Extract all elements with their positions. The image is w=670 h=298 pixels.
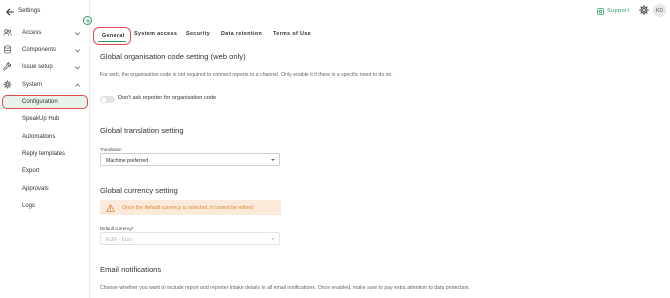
- support-label: Support: [607, 8, 630, 14]
- sidebar-group-components[interactable]: Components: [0, 43, 90, 57]
- sidebar-item-label: SpeakUp Hub: [22, 115, 60, 122]
- warning-icon: [106, 203, 115, 212]
- tab-label: Data retention: [221, 31, 263, 37]
- chevron-down-icon: [74, 48, 81, 52]
- tab-system-access[interactable]: System access: [134, 31, 177, 43]
- section-title-email: Email notifications: [100, 265, 162, 274]
- chevron-up-icon: [74, 83, 81, 87]
- settings-gear-icon[interactable]: [639, 5, 649, 15]
- sidebar-item-configuration[interactable]: Configuration: [2, 95, 88, 109]
- plus-icon: [85, 18, 90, 23]
- sidebar-item-export[interactable]: Export: [2, 164, 88, 178]
- sidebar-group-label: Components: [22, 46, 57, 53]
- sidebar-item-label: Reply templates: [22, 150, 66, 157]
- database-icon: [4, 45, 11, 54]
- tab-label: General: [102, 33, 125, 39]
- sidebar-item-label: Export: [22, 167, 40, 174]
- currency-warning-text: Once the default currency is selected, i…: [122, 205, 255, 211]
- sidebar-item-label: Approvals: [22, 185, 49, 192]
- active-tab-indicator: [98, 41, 126, 43]
- currency-field-label: Default currency*: [100, 226, 134, 231]
- sidebar-item-logs[interactable]: Logs: [2, 199, 88, 213]
- sidebar-item-label: Automations: [22, 133, 56, 140]
- toggle-knob: [100, 96, 107, 103]
- sidebar-item-speakup-hub[interactable]: SpeakUp Hub: [2, 112, 88, 126]
- tab-security[interactable]: Security: [186, 31, 210, 43]
- chevron-down-icon: [74, 65, 81, 69]
- currency-select: EUR - Euro: [100, 232, 280, 245]
- tab-terms-of-use[interactable]: Terms of Use: [273, 31, 311, 43]
- tab-label: Security: [186, 31, 211, 37]
- sidebar-item-label: Configuration: [22, 98, 58, 105]
- section-title-translation: Global translation setting: [100, 126, 184, 135]
- currency-warning-banner: Once the default currency is selected, i…: [100, 200, 281, 215]
- sidebar-group-issue-setup[interactable]: Issue setup: [0, 60, 90, 74]
- org-code-toggle-label: Don't ask reporter for organisation code: [118, 95, 217, 101]
- chevron-down-icon: [74, 31, 81, 35]
- sidebar-group-system[interactable]: System: [0, 78, 90, 92]
- tab-data-retention[interactable]: Data retention: [221, 31, 262, 43]
- sidebar: Settings Access Components Issue setup S…: [0, 0, 90, 298]
- support-link[interactable]: Support: [597, 6, 629, 16]
- sidebar-group-label: System: [22, 81, 43, 88]
- tab-general[interactable]: General: [93, 27, 131, 45]
- translation-select[interactable]: Machine preferred: [100, 153, 280, 166]
- support-icon: [597, 7, 604, 15]
- org-code-description: For web, the organisation code is not re…: [100, 72, 393, 78]
- caret-down-icon: [271, 159, 275, 161]
- section-title-org-code: Global organisation code setting (web on…: [100, 52, 246, 61]
- sidebar-item-label: Logs: [22, 202, 36, 209]
- back-arrow-icon[interactable]: [5, 7, 15, 17]
- translation-field-label: Translation: [100, 147, 122, 152]
- wrench-icon: [3, 62, 12, 71]
- section-title-currency: Global currency setting: [100, 186, 178, 195]
- translation-value: Machine preferred: [106, 157, 149, 164]
- sidebar-item-approvals[interactable]: Approvals: [2, 182, 88, 196]
- currency-value: EUR - Euro: [106, 236, 133, 243]
- sidebar-group-label: Access: [22, 29, 42, 36]
- caret-down-icon: [271, 238, 275, 240]
- sidebar-collapse-button[interactable]: [83, 16, 92, 25]
- settings-tabs: General System access Security Data rete…: [90, 27, 670, 45]
- sidebar-group-label: Issue setup: [22, 63, 53, 70]
- gear-icon: [3, 80, 12, 89]
- email-description: Choose whether you want to include repor…: [100, 285, 470, 291]
- tab-label: Terms of Use: [273, 31, 311, 37]
- sidebar-title: Settings: [18, 7, 41, 14]
- tab-label: System access: [134, 31, 178, 37]
- sidebar-group-access[interactable]: Access: [0, 26, 90, 40]
- sidebar-item-automations[interactable]: Automations: [2, 130, 88, 144]
- org-code-toggle[interactable]: [100, 96, 115, 103]
- avatar[interactable]: KD: [653, 4, 666, 17]
- users-icon: [3, 29, 12, 36]
- sidebar-item-reply-templates[interactable]: Reply templates: [2, 147, 88, 161]
